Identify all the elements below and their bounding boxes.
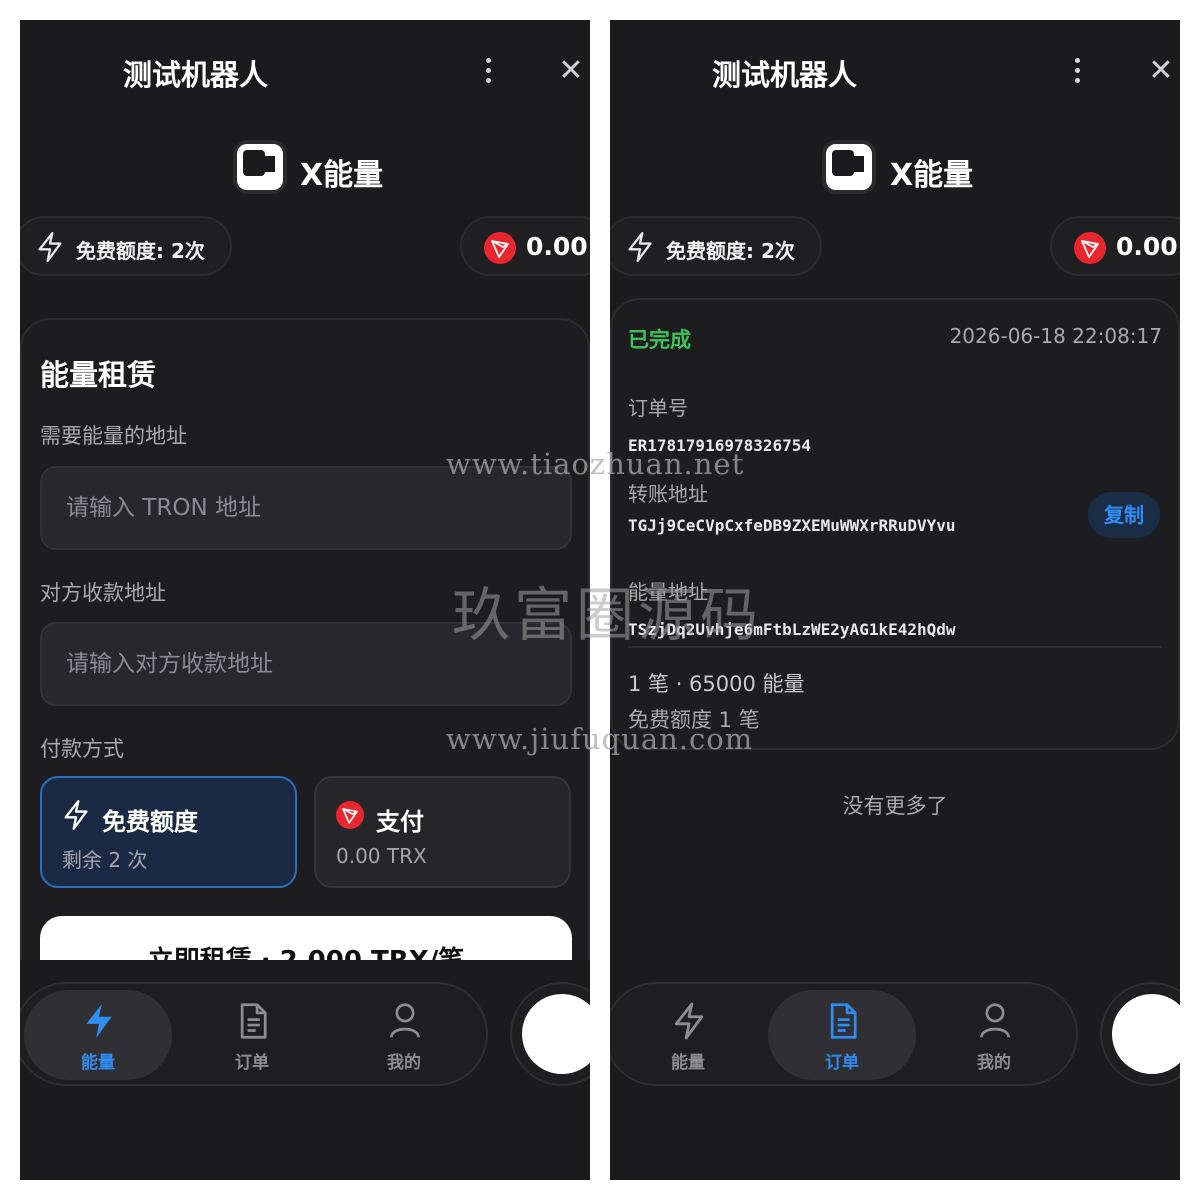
no-more-text: 没有更多了	[842, 794, 948, 818]
nav-label: 订单	[235, 1053, 269, 1073]
avatar-button[interactable]	[1100, 982, 1180, 1086]
free-quota-pill: 免费额度: 2次	[610, 216, 822, 276]
bottom-nav: 能量 订单 我的	[20, 982, 488, 1086]
free-quota-text: 免费额度: 2次	[76, 239, 205, 263]
pay-option-name: 支付	[376, 808, 424, 836]
nav-item-orders[interactable]: 订单	[178, 990, 326, 1080]
brand-logo	[822, 140, 876, 194]
nav-item-mine[interactable]: 我的	[920, 990, 1068, 1080]
watermark-text: 玖富圈源码	[452, 581, 763, 649]
order-no-label: 订单号	[628, 396, 688, 420]
balance-pill[interactable]: 0.00	[1050, 216, 1180, 276]
brand: X能量	[20, 138, 590, 198]
nav-item-energy[interactable]: 能量	[614, 990, 762, 1080]
free-quota-pill: 免费额度: 2次	[20, 216, 232, 276]
pay-option-sub: 剩余 2 次	[62, 848, 148, 872]
transfer-label: 转账地址	[628, 482, 708, 506]
close-icon[interactable]: ✕	[556, 56, 586, 86]
lease-card: 能量租赁 需要能量的地址 对方收款地址 付款方式 免费额度 剩余 2 次 支付 …	[20, 318, 590, 1018]
nav-item-orders[interactable]: 订单	[768, 990, 916, 1080]
tron-icon	[484, 232, 516, 264]
nav-label: 订单	[825, 1053, 859, 1073]
nav-item-mine[interactable]: 我的	[330, 990, 478, 1080]
pay-option-name: 免费额度	[102, 808, 198, 836]
order-status: 已完成	[628, 328, 691, 352]
tron-icon	[1074, 232, 1106, 264]
address-label: 需要能量的地址	[40, 424, 187, 448]
brand-logo	[233, 140, 287, 194]
brand: X能量	[610, 138, 1180, 198]
transfer-address: TGJj9CeCVpCxfeDB9ZXEMuWWXrRRuDVYvu	[628, 516, 956, 535]
nav-label: 我的	[977, 1053, 1011, 1073]
balance-pill[interactable]: 0.00	[460, 216, 590, 276]
order-card: 已完成 2026-06-18 22:08:17 订单号 ER1781791697…	[610, 298, 1180, 750]
close-icon[interactable]: ✕	[1146, 56, 1176, 86]
nav-label: 能量	[81, 1053, 115, 1073]
brand-name: X能量	[890, 158, 974, 193]
order-summary: 1 笔 · 65000 能量	[628, 672, 805, 696]
document-icon	[240, 1003, 267, 1039]
balance-value: 0.00	[526, 232, 588, 261]
avatar	[1112, 994, 1180, 1074]
app-title: 测试机器人	[123, 58, 269, 92]
watermark-url-1: www.tiaozhuan.net	[446, 447, 745, 481]
app-title: 测试机器人	[712, 58, 858, 92]
more-menu-icon[interactable]	[1069, 56, 1085, 86]
bolt-icon	[86, 1004, 112, 1038]
app-header: 测试机器人 ✕	[20, 20, 590, 120]
bolt-icon	[38, 232, 62, 262]
pay-option-trx[interactable]: 支付 0.00 TRX	[314, 776, 571, 888]
payment-label: 付款方式	[40, 737, 124, 761]
copy-button[interactable]: 复制	[1088, 492, 1160, 538]
balance-value: 0.00	[1116, 232, 1178, 261]
user-icon	[390, 1003, 420, 1038]
pay-option-sub: 0.00 TRX	[336, 844, 427, 868]
document-icon	[830, 1003, 857, 1039]
nav-label: 我的	[387, 1053, 421, 1073]
free-quota-text: 免费额度: 2次	[666, 239, 795, 263]
bolt-icon	[628, 232, 652, 262]
brand-name: X能量	[300, 158, 384, 193]
user-icon	[980, 1003, 1010, 1038]
nav-item-energy[interactable]: 能量	[24, 990, 172, 1080]
pay-option-free[interactable]: 免费额度 剩余 2 次	[40, 776, 297, 888]
nav-label: 能量	[671, 1053, 705, 1073]
order-time: 2026-06-18 22:08:17	[949, 324, 1162, 348]
payee-label: 对方收款地址	[40, 581, 166, 605]
avatar	[522, 994, 590, 1074]
app-header: 测试机器人 ✕	[610, 20, 1180, 120]
bolt-icon	[64, 800, 88, 830]
watermark-url-2: www.jiufuquan.com	[446, 722, 754, 756]
bottom-nav: 能量 订单 我的	[610, 982, 1078, 1086]
lease-title: 能量租赁	[40, 358, 157, 392]
bolt-icon	[674, 1002, 704, 1040]
tron-icon	[336, 801, 364, 829]
more-menu-icon[interactable]	[480, 56, 496, 86]
